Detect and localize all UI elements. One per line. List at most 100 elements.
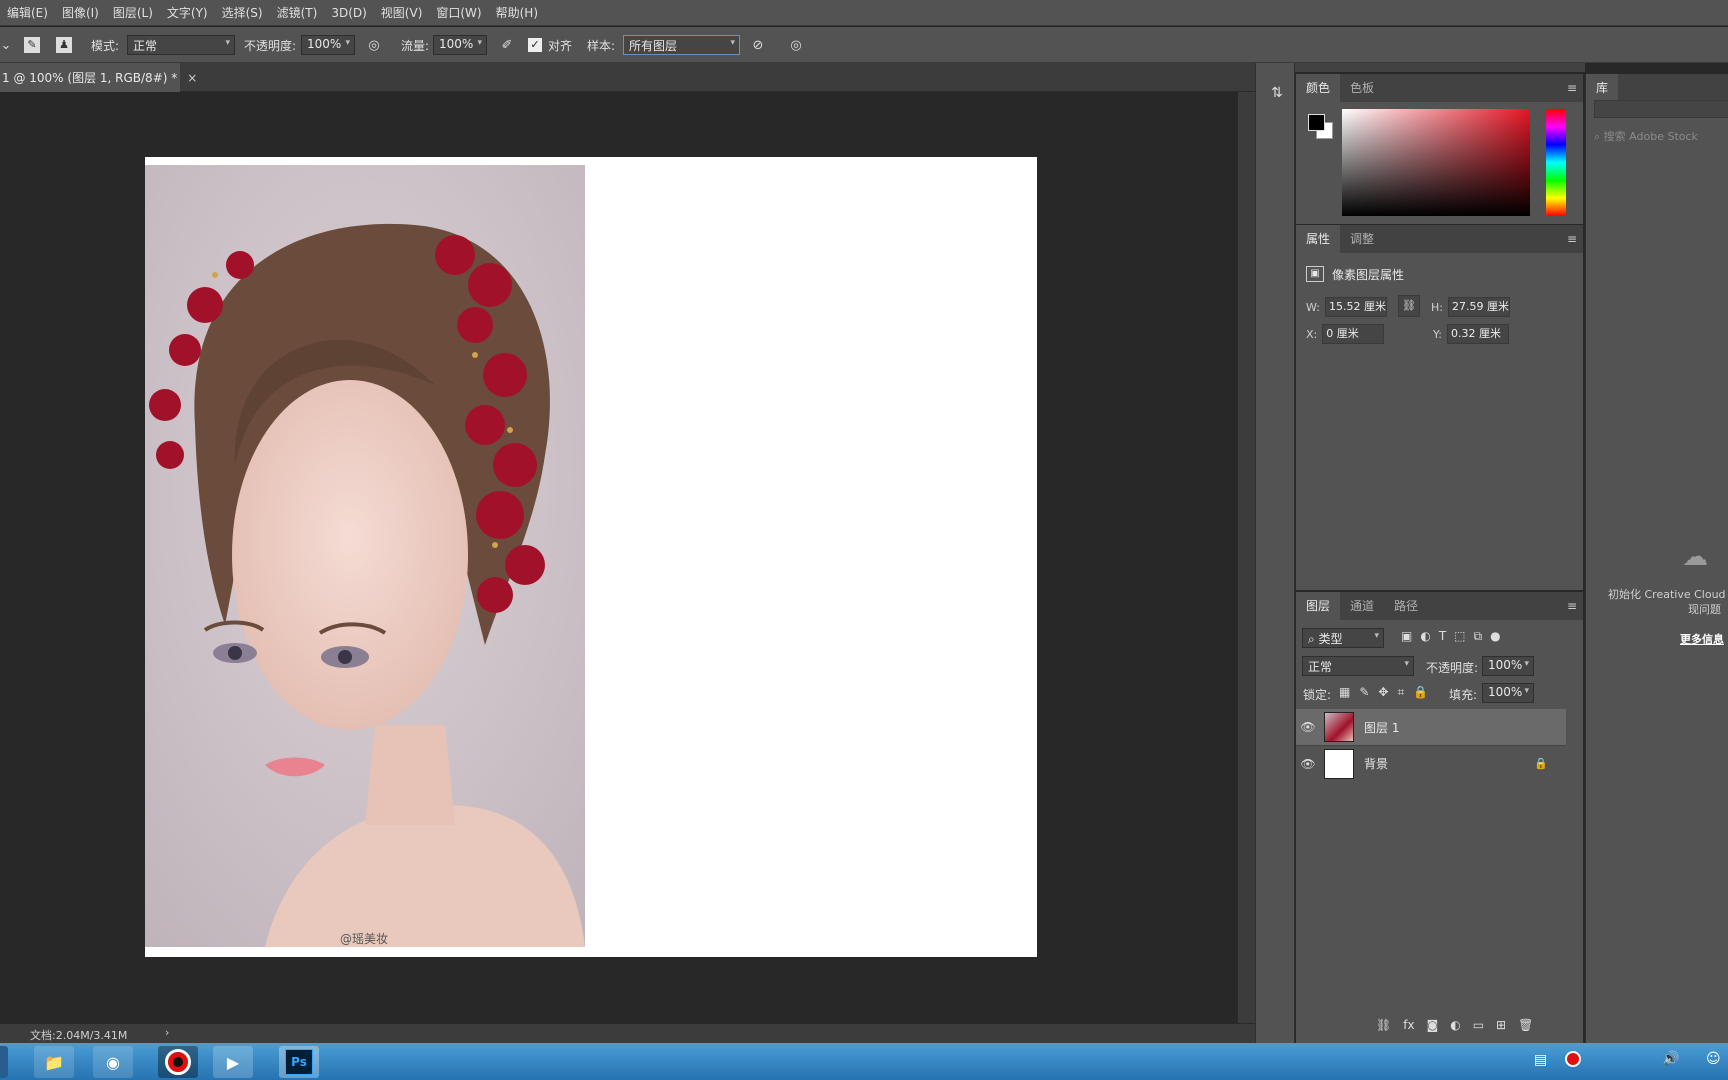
adjustment-filter-icon[interactable]: ◐ bbox=[1420, 629, 1430, 644]
tab-channels[interactable]: 通道 bbox=[1340, 592, 1384, 620]
add-mask-icon[interactable]: ◙ bbox=[1427, 1018, 1439, 1032]
type-filter-icon[interactable]: T bbox=[1439, 629, 1446, 644]
close-icon[interactable]: × bbox=[187, 71, 197, 85]
delete-layer-icon[interactable]: 🗑 bbox=[1518, 1018, 1533, 1032]
photoshop-icon[interactable]: Ps bbox=[279, 1046, 319, 1078]
document-tab[interactable]: 1 @ 100% (图层 1, RGB/8#) * × bbox=[0, 63, 197, 92]
recorder-icon[interactable] bbox=[158, 1046, 198, 1078]
flow-input[interactable]: 100% ▾ bbox=[433, 35, 487, 55]
tab-library[interactable]: 库 bbox=[1586, 74, 1619, 102]
y-field[interactable]: Y: 0.32 厘米 bbox=[1433, 324, 1509, 344]
panel-menu-icon[interactable]: ≡ bbox=[1567, 599, 1577, 613]
tab-color[interactable]: 颜色 bbox=[1296, 74, 1341, 102]
x-field[interactable]: X: 0 厘米 bbox=[1306, 324, 1385, 344]
tab-paths[interactable]: 路径 bbox=[1384, 592, 1428, 620]
menu-image[interactable]: 图像(I) bbox=[55, 4, 106, 21]
blend-mode-select[interactable]: 正常 ▾ bbox=[1302, 656, 1414, 676]
lock-all-icon[interactable]: 🔒 bbox=[1413, 685, 1428, 700]
fx-icon[interactable]: fx bbox=[1403, 1018, 1414, 1032]
smart-object-filter-icon[interactable]: ⧉ bbox=[1474, 629, 1483, 644]
fill-input[interactable]: 100% ▾ bbox=[1482, 683, 1534, 703]
shape-filter-icon[interactable]: ⬚ bbox=[1454, 629, 1465, 644]
panel-menu-icon[interactable]: ≡ bbox=[1567, 81, 1577, 95]
lock-pixels-icon[interactable]: ✎ bbox=[1359, 685, 1369, 700]
align-checkbox[interactable]: ✓ bbox=[527, 35, 543, 55]
menu-window[interactable]: 窗口(W) bbox=[429, 4, 488, 21]
firefox-icon[interactable]: ◉ bbox=[93, 1046, 133, 1078]
width-field[interactable]: W: 15.52 厘米 bbox=[1306, 297, 1387, 317]
menu-help[interactable]: 帮助(H) bbox=[489, 4, 545, 21]
record-tray-icon[interactable] bbox=[1565, 1051, 1581, 1067]
airbrush-icon[interactable]: ✐ bbox=[497, 35, 517, 55]
menu-3d[interactable]: 3D(D) bbox=[324, 6, 373, 20]
lock-transparent-icon[interactable]: ▦ bbox=[1339, 685, 1350, 700]
height-field[interactable]: H: 27.59 厘米 bbox=[1431, 297, 1510, 317]
filter-toggle-icon[interactable]: ● bbox=[1490, 629, 1500, 644]
brush-preset-icon[interactable]: ✎ bbox=[22, 35, 42, 55]
opacity-input[interactable]: 100% ▾ bbox=[301, 35, 355, 55]
file-explorer-icon[interactable]: 📁 bbox=[34, 1046, 74, 1078]
menu-select[interactable]: 选择(S) bbox=[215, 4, 270, 21]
panel-menu-icon[interactable]: ≡ bbox=[1567, 232, 1577, 246]
history-icon[interactable]: ⇅ bbox=[1268, 85, 1286, 103]
panel-collapse-bar[interactable] bbox=[1255, 63, 1585, 72]
layer-row[interactable]: 👁 图层 1 bbox=[1296, 709, 1566, 745]
lock-artboard-icon[interactable]: ⌗ bbox=[1397, 685, 1404, 700]
layer-name[interactable]: 图层 1 bbox=[1364, 719, 1399, 736]
new-group-icon[interactable]: ▭ bbox=[1473, 1018, 1484, 1032]
x-value[interactable]: 0 厘米 bbox=[1322, 324, 1385, 344]
tray-app-icon[interactable]: ☺ bbox=[1706, 1051, 1721, 1067]
menu-edit[interactable]: 编辑(E) bbox=[0, 4, 55, 21]
new-layer-icon[interactable]: ⊞ bbox=[1496, 1018, 1506, 1032]
vertical-scrollbar[interactable] bbox=[1238, 92, 1255, 1023]
volume-tray-icon[interactable]: 🔊 bbox=[1662, 1051, 1679, 1067]
chevron-down-icon: ▾ bbox=[1374, 631, 1379, 641]
library-search[interactable]: ⌕ 搜索 Adobe Stock bbox=[1594, 128, 1698, 144]
visibility-eye-icon[interactable]: 👁 bbox=[1296, 757, 1320, 771]
pressure-opacity-icon[interactable]: ◎ bbox=[364, 35, 384, 55]
pressure-size-icon[interactable]: ◎ bbox=[786, 35, 806, 55]
tab-properties[interactable]: 属性 bbox=[1296, 225, 1341, 253]
lock-position-icon[interactable]: ✥ bbox=[1378, 685, 1388, 700]
menu-view[interactable]: 视图(V) bbox=[374, 4, 430, 21]
color-spectrum[interactable] bbox=[1342, 109, 1530, 216]
layer-opacity-input[interactable]: 100% ▾ bbox=[1482, 656, 1534, 676]
library-panel: 库 ⌕ 搜索 Adobe Stock ☁ 初始化 Creative Cloud … bbox=[1585, 74, 1728, 1043]
visibility-eye-icon[interactable]: 👁 bbox=[1296, 720, 1320, 734]
height-value[interactable]: 27.59 厘米 bbox=[1447, 297, 1510, 317]
menu-layer[interactable]: 图层(L) bbox=[106, 4, 160, 21]
menu-filter[interactable]: 滤镜(T) bbox=[270, 4, 325, 21]
foreground-color-swatch[interactable] bbox=[1308, 114, 1325, 131]
sample-select[interactable]: 所有图层 ▾ bbox=[623, 35, 740, 55]
clone-source-icon[interactable]: ♟ bbox=[54, 35, 74, 55]
more-info-link[interactable]: 更多信息 bbox=[1680, 631, 1724, 647]
hue-slider[interactable] bbox=[1546, 109, 1566, 216]
tab-swatches[interactable]: 色板 bbox=[1340, 74, 1384, 102]
mode-select[interactable]: 正常 ▾ bbox=[127, 35, 235, 55]
portrait-image[interactable] bbox=[145, 165, 585, 947]
new-adjustment-icon[interactable]: ◐ bbox=[1450, 1018, 1460, 1032]
chevron-right-icon[interactable]: › bbox=[165, 1026, 169, 1039]
link-layers-icon[interactable]: ⛓ bbox=[1376, 1018, 1391, 1032]
width-value[interactable]: 15.52 厘米 bbox=[1324, 297, 1387, 317]
ignore-adjustment-icon[interactable]: ⊘ bbox=[748, 35, 768, 55]
start-button[interactable] bbox=[0, 1046, 8, 1078]
tool-preset-arrow-icon[interactable]: ⌄ bbox=[0, 35, 12, 55]
network-tray-icon[interactable]: ▤ bbox=[1534, 1052, 1547, 1068]
link-icon[interactable]: ⛓ bbox=[1398, 295, 1420, 317]
image-watermark: @瑶美妆 bbox=[340, 932, 389, 946]
image-filter-icon[interactable]: ▣ bbox=[1401, 629, 1412, 644]
layer-row[interactable]: 👁 背景 🔒 bbox=[1296, 745, 1566, 781]
layers-panel-tabs: 图层 通道 路径 bbox=[1296, 592, 1583, 620]
panel-icon-strip: ⇅ bbox=[1255, 63, 1295, 1043]
y-value[interactable]: 0.32 厘米 bbox=[1446, 324, 1509, 344]
cloud-error-icon: ☁ bbox=[1682, 542, 1708, 572]
layer-name[interactable]: 背景 bbox=[1364, 755, 1388, 772]
media-player-icon[interactable]: ▶ bbox=[213, 1046, 253, 1078]
document-size-status: 文档:2.04M/3.41M bbox=[30, 1029, 128, 1042]
tab-layers[interactable]: 图层 bbox=[1296, 592, 1341, 620]
tab-adjustments[interactable]: 调整 bbox=[1340, 225, 1384, 253]
layer-filter-select[interactable]: ⌕ 类型 ▾ bbox=[1302, 628, 1384, 648]
library-select[interactable] bbox=[1594, 100, 1728, 118]
menu-type[interactable]: 文字(Y) bbox=[160, 4, 215, 21]
